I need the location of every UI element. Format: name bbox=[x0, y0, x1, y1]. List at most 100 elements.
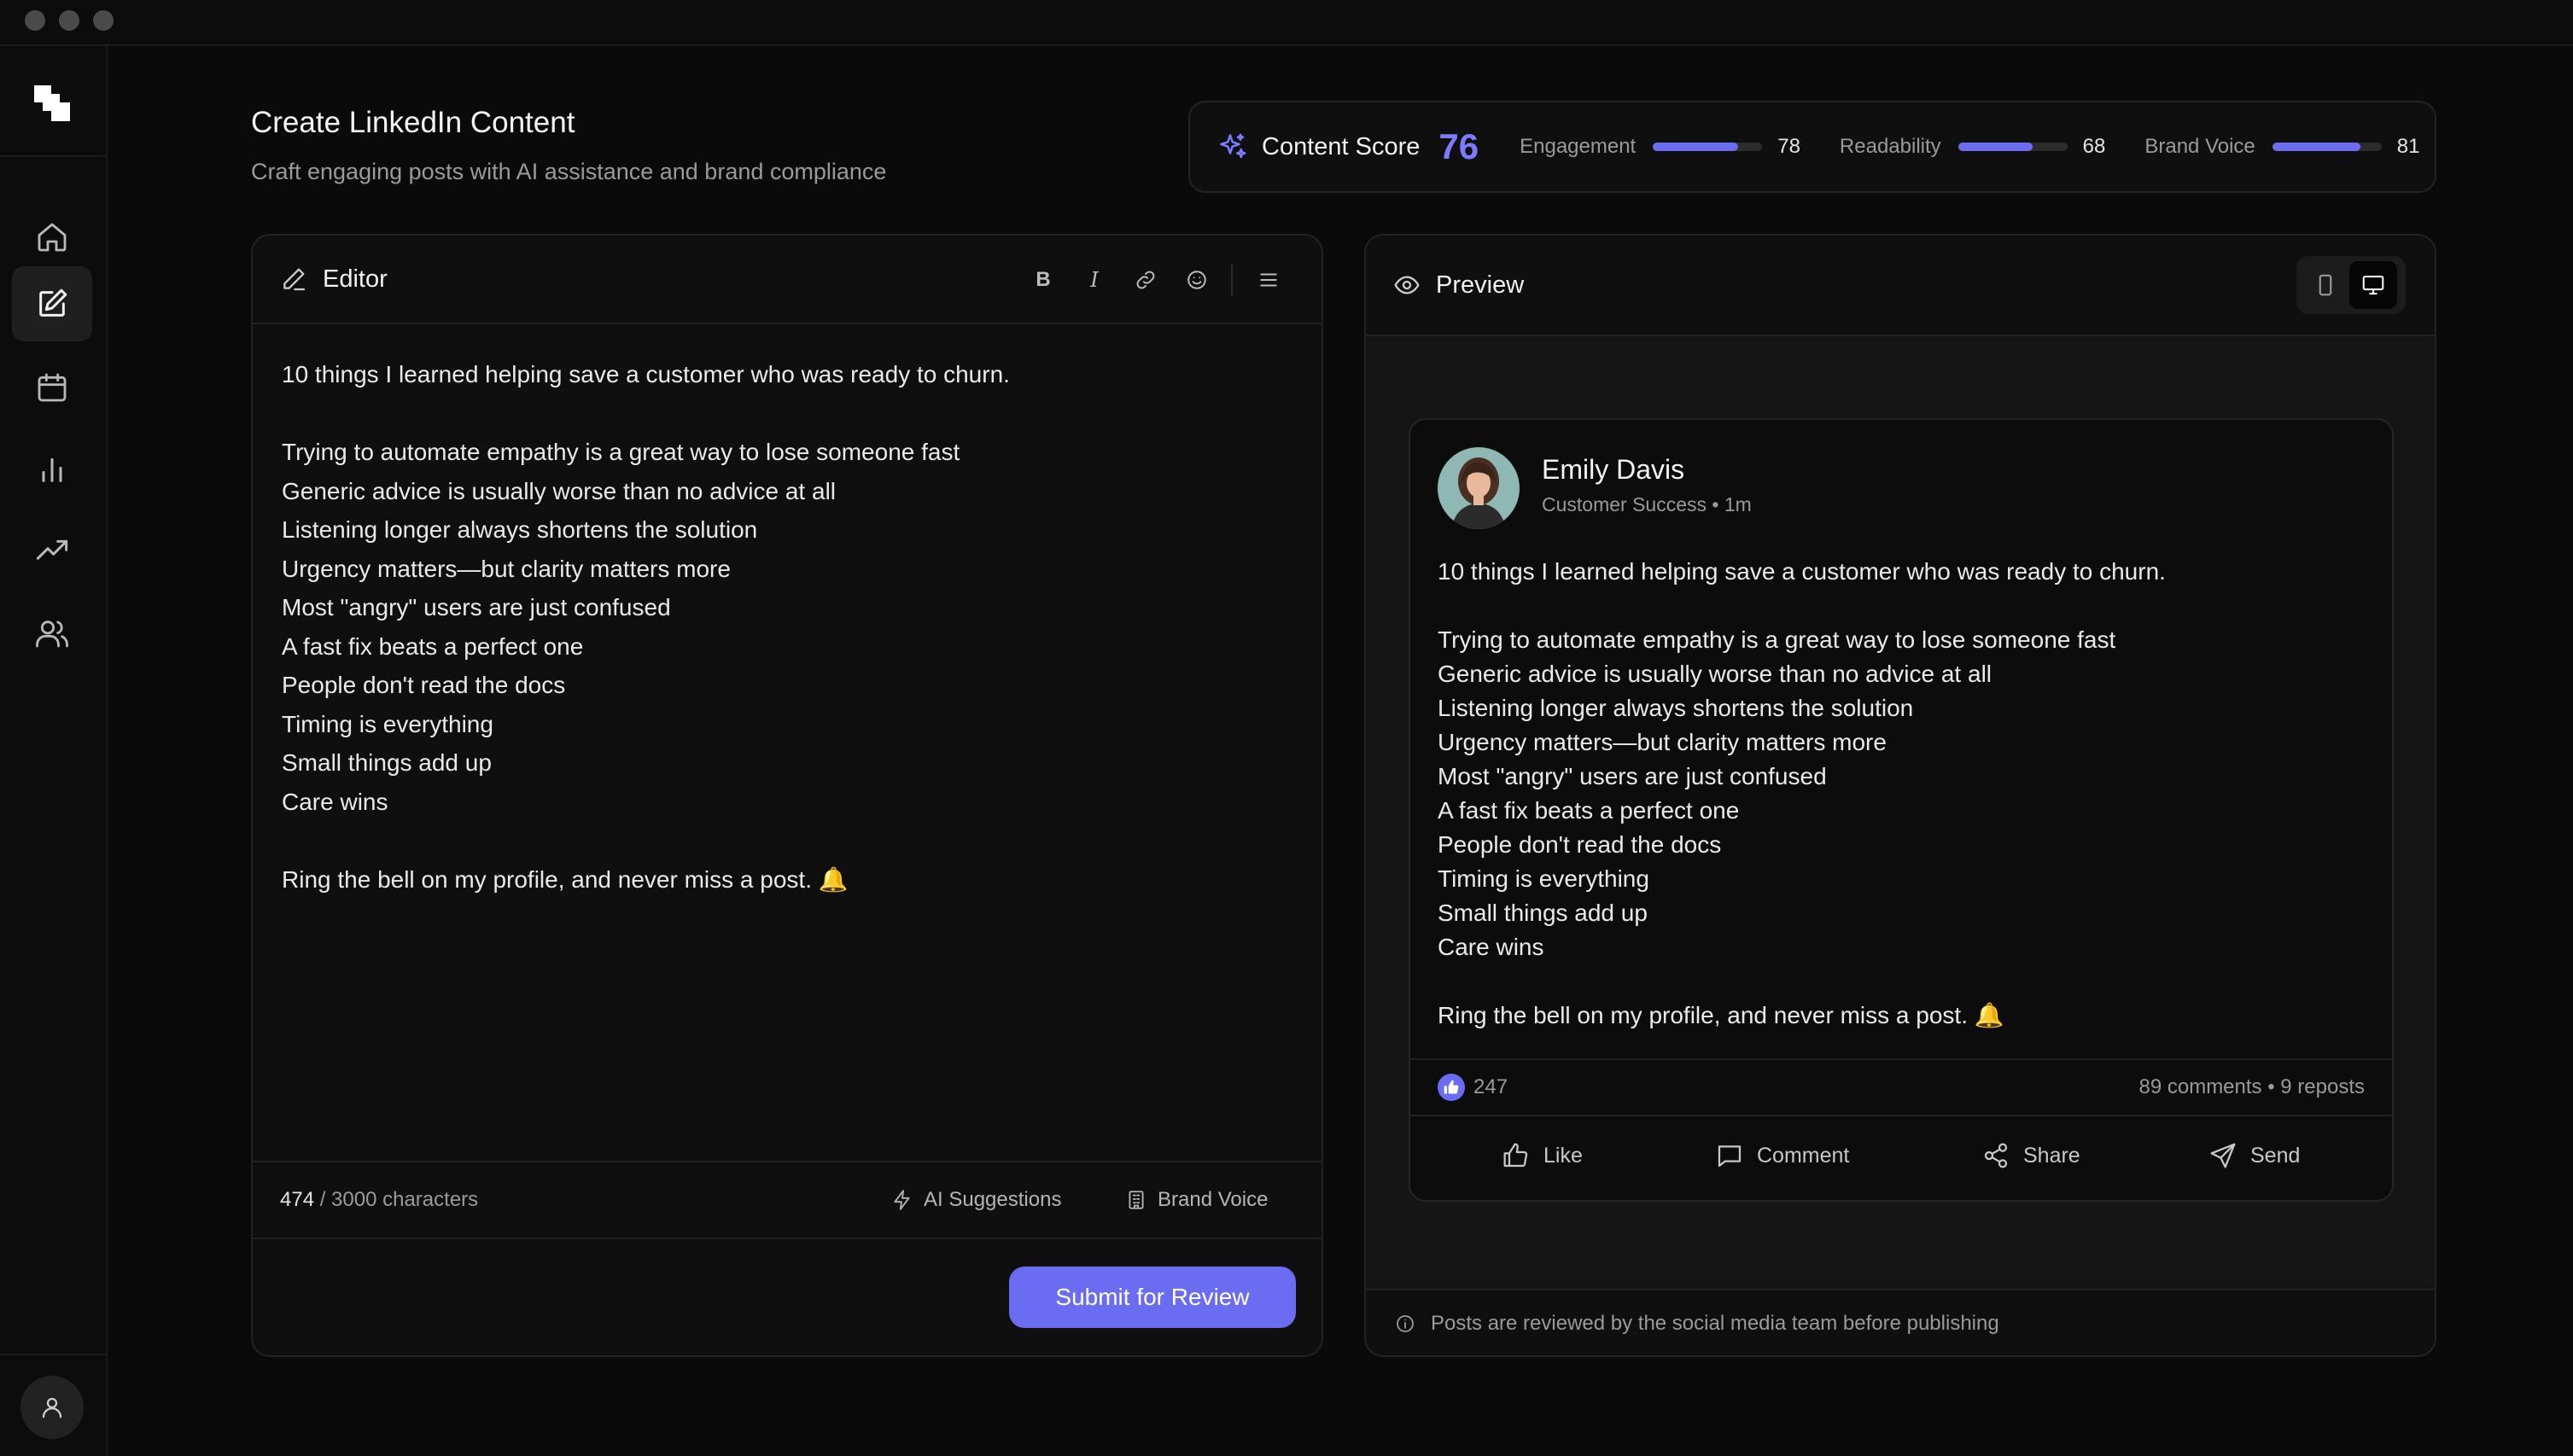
content-score-card: Content Score 76 Engagement 78 Readabili… bbox=[1188, 101, 2436, 193]
pencil-icon bbox=[283, 268, 306, 291]
metric-progress-fill bbox=[2272, 143, 2361, 151]
comments-reposts-count[interactable]: 89 comments • 9 reposts bbox=[2138, 1075, 2365, 1099]
info-icon bbox=[1397, 1315, 1414, 1332]
sidebar-item-home[interactable] bbox=[12, 200, 92, 275]
editor-textarea[interactable]: 10 things I learned helping save a custo… bbox=[282, 355, 1289, 899]
bold-button[interactable]: B bbox=[1024, 261, 1062, 299]
italic-button[interactable]: I bbox=[1076, 261, 1113, 299]
share-label: Share bbox=[2023, 1143, 2080, 1168]
device-toggle bbox=[2296, 256, 2406, 314]
sparkle-icon bbox=[1220, 133, 1246, 159]
review-notice: Posts are reviewed by the social media t… bbox=[1366, 1289, 2435, 1355]
post-actions: Like Comment Share Send bbox=[1410, 1116, 2392, 1200]
editor-panel: Editor B I 10 things I learned helping s… bbox=[251, 234, 1323, 1357]
like-label: Like bbox=[1543, 1143, 1583, 1168]
ai-suggestions-label: AI Suggestions bbox=[924, 1188, 1062, 1211]
sidebar-item-analytics[interactable] bbox=[12, 432, 92, 507]
post-content: 10 things I learned helping save a custo… bbox=[1438, 558, 2166, 1028]
desktop-icon bbox=[2362, 275, 2384, 295]
like-button[interactable]: Like bbox=[1502, 1142, 1583, 1169]
metric-progress-bar bbox=[1653, 143, 1763, 151]
editor-footer: 474 / 3000 characters AI Suggestions Bra… bbox=[253, 1161, 1322, 1239]
metric-readability: Readability 68 bbox=[1840, 135, 2105, 159]
eye-icon bbox=[1394, 276, 1420, 294]
bar-chart-icon bbox=[42, 457, 62, 482]
like-badge bbox=[1438, 1074, 1465, 1101]
submit-for-review-button[interactable]: Submit for Review bbox=[1009, 1267, 1296, 1328]
content-score-value: 76 bbox=[1438, 126, 1479, 166]
window-maximize-button[interactable] bbox=[93, 10, 114, 31]
share-button[interactable]: Share bbox=[1982, 1142, 2080, 1169]
metric-brand-voice: Brand Voice 81 bbox=[2144, 135, 2419, 159]
home-icon bbox=[38, 223, 67, 252]
calendar-icon bbox=[38, 373, 67, 402]
metric-label: Engagement bbox=[1520, 135, 1637, 158]
menu-lines-icon bbox=[1260, 273, 1277, 287]
post-stats-bar: 247 89 comments • 9 reposts bbox=[1410, 1058, 2392, 1116]
comment-button[interactable]: Comment bbox=[1716, 1142, 1849, 1169]
metric-label: Readability bbox=[1839, 135, 1941, 158]
sidebar bbox=[0, 46, 108, 1456]
metric-value: 68 bbox=[2082, 135, 2106, 158]
character-limit: / 3000 characters bbox=[319, 1188, 479, 1211]
lightning-icon bbox=[894, 1190, 910, 1210]
editor-toolbar: B I bbox=[1011, 261, 1287, 299]
review-notice-text: Posts are reviewed by the social media t… bbox=[1431, 1312, 1999, 1335]
editor-header: Editor B I bbox=[253, 236, 1322, 324]
preview-canvas: Emily Davis Customer Success • 1m 10 thi… bbox=[1366, 336, 2435, 1289]
link-icon bbox=[1136, 271, 1155, 289]
metric-progress-bar bbox=[1957, 143, 2068, 151]
emoji-button[interactable] bbox=[1178, 261, 1216, 299]
send-label: Send bbox=[2250, 1143, 2301, 1168]
desktop-view-button[interactable] bbox=[2349, 261, 2397, 309]
metric-progress-fill bbox=[1957, 143, 2033, 151]
content-score-label: Content Score bbox=[1262, 132, 1421, 160]
metric-engagement: Engagement 78 bbox=[1520, 135, 1800, 159]
user-avatar-button[interactable] bbox=[20, 1376, 84, 1439]
preview-panel: Preview Emily Davis Customer Success • 1… bbox=[1364, 234, 2436, 1357]
metric-progress-bar bbox=[2272, 143, 2382, 151]
window-minimize-button[interactable] bbox=[59, 10, 79, 31]
sidebar-divider bbox=[0, 155, 106, 157]
brand-voice-label: Brand Voice bbox=[1158, 1188, 1269, 1211]
sidebar-item-team[interactable] bbox=[12, 596, 92, 671]
link-button[interactable] bbox=[1127, 261, 1164, 299]
page-title: Create LinkedIn Content bbox=[251, 106, 575, 139]
sidebar-item-trends[interactable] bbox=[12, 514, 92, 589]
author-name[interactable]: Emily Davis bbox=[1542, 454, 1684, 486]
metric-value: 78 bbox=[1777, 135, 1800, 158]
ai-suggestions-button[interactable]: AI Suggestions bbox=[891, 1188, 1061, 1212]
pencil-square-icon bbox=[39, 288, 67, 317]
smiley-icon bbox=[1187, 271, 1206, 289]
sidebar-item-calendar[interactable] bbox=[12, 350, 92, 425]
preview-title: Preview bbox=[1436, 271, 1525, 299]
thumbs-up-icon bbox=[1503, 1143, 1528, 1168]
author-meta: Customer Success • 1m bbox=[1542, 493, 1752, 515]
toolbar-separator bbox=[1231, 265, 1233, 295]
app-logo-icon[interactable] bbox=[32, 84, 73, 125]
preview-header: Preview bbox=[1366, 236, 2435, 336]
sidebar-divider bbox=[0, 1354, 106, 1355]
reaction-count[interactable]: 247 bbox=[1438, 1074, 1508, 1101]
window-titlebar bbox=[0, 0, 2573, 46]
likes-count: 247 bbox=[1473, 1075, 1508, 1098]
sidebar-item-create[interactable] bbox=[12, 266, 92, 341]
share-icon bbox=[1984, 1143, 2008, 1168]
page-subtitle: Craft engaging posts with AI assistance … bbox=[251, 159, 887, 184]
send-icon bbox=[2210, 1143, 2236, 1168]
character-count-value: 474 bbox=[280, 1188, 315, 1211]
brand-voice-button[interactable]: Brand Voice bbox=[1125, 1188, 1268, 1212]
thumbs-up-icon bbox=[1444, 1080, 1459, 1094]
mobile-view-button[interactable] bbox=[2302, 261, 2349, 309]
user-icon bbox=[42, 1397, 62, 1418]
window-close-button[interactable] bbox=[25, 10, 45, 31]
metric-progress-fill bbox=[1653, 143, 1739, 151]
linkedin-post-card: Emily Davis Customer Success • 1m 10 thi… bbox=[1409, 418, 2394, 1202]
list-button[interactable] bbox=[1250, 261, 1287, 299]
users-icon bbox=[36, 620, 68, 648]
comment-label: Comment bbox=[1757, 1143, 1850, 1168]
editor-title: Editor bbox=[323, 265, 388, 293]
trending-up-icon bbox=[36, 539, 68, 560]
character-count: 474 / 3000 characters bbox=[280, 1188, 478, 1212]
send-button[interactable]: Send bbox=[2209, 1142, 2300, 1169]
